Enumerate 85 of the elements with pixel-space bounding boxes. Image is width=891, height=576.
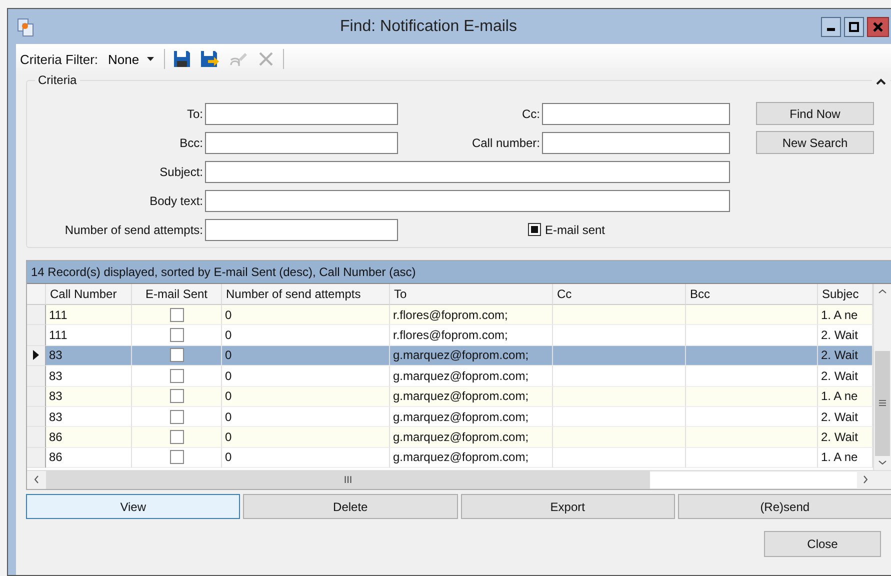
close-icon [873,22,883,32]
caret-icon [147,57,154,61]
checkbox[interactable] [528,223,541,236]
table-cell: 1. A ne [818,305,873,326]
current-row-icon [33,350,39,360]
field-label: Bcc: [178,136,204,150]
column-header[interactable]: Call Number [46,284,132,305]
checkbox[interactable] [170,430,184,444]
column-header[interactable]: Bcc [686,284,818,305]
table-cell: 0 [222,386,390,407]
table-cell: r.flores@foprom.com; [390,305,553,326]
close-button[interactable] [867,16,889,36]
column-header[interactable]: Number of send attempts [222,284,390,305]
app-icon [16,16,36,36]
table-cell: 0 [222,427,390,448]
column-header[interactable]: To [390,284,553,305]
scroll-right-icon [863,475,868,484]
table-cell: g.marquez@foprom.com; [390,346,553,366]
table-cell: 1. A ne [818,386,873,407]
checkbox[interactable] [170,410,184,424]
field-label: Cc: [521,106,541,120]
window-title: Find: Notification E-mails [339,18,518,36]
field-label: Number of send attempts: [64,222,204,236]
grid-summary: 14 Record(s) displayed, sorted by E-mail Sent (desc), Call Number (asc) [27,261,891,284]
input-field[interactable] [205,190,730,212]
table-cell: g.marquez@foprom.com; [390,427,553,448]
scroll-grip: III [344,474,352,486]
input-field[interactable] [205,218,398,240]
table-cell: 86 [46,427,132,448]
action-button[interactable]: (Re)send [678,494,891,519]
filter-dropdown[interactable]: None [104,52,158,66]
table-cell: 86 [46,448,132,468]
table-cell: 83 [46,346,132,366]
input-field[interactable] [205,132,398,154]
checkbox[interactable] [170,368,184,383]
table-cell: g.marquez@foprom.com; [390,448,553,468]
checkbox[interactable] [170,348,184,362]
eraser-icon [228,50,248,68]
new-search-button[interactable]: New Search [756,131,874,154]
delete-icon [258,51,274,67]
scroll-down-icon [878,460,887,466]
field-label: To: [186,106,204,120]
table-cell: g.marquez@foprom.com; [390,386,553,407]
table-cell: 2. Wait [818,427,873,448]
field-label: Body text: [148,194,204,208]
filter-label: Criteria Filter: [20,52,98,66]
checkbox-label: E-mail sent [545,222,606,236]
grip-icon [879,400,886,406]
input-field[interactable] [205,102,398,124]
action-button[interactable]: Delete [243,494,458,519]
table-cell: 0 [222,305,390,326]
action-button[interactable]: View [26,494,240,519]
maximize-button[interactable] [844,16,864,36]
table-cell: 83 [46,386,132,407]
field-label: Subject: [158,164,204,178]
column-header[interactable]: Cc [553,284,686,305]
table-cell: 0 [222,346,390,366]
checkbox[interactable] [170,308,184,322]
vertical-scrollbar[interactable] [873,284,891,470]
input-field[interactable] [542,132,730,154]
scroll-left-icon [34,475,39,484]
column-header[interactable]: E-mail Sent [132,284,222,305]
find-now-button[interactable]: Find Now [756,102,874,125]
input-field[interactable] [542,102,730,124]
checkbox[interactable] [170,328,184,342]
table-cell: 0 [222,448,390,468]
action-button[interactable]: Export [460,494,675,519]
column-header[interactable]: Subjec [818,284,873,305]
toolbar-button[interactable] [199,48,222,70]
close-dialog-button[interactable]: Close [764,531,881,557]
minimize-icon [827,28,835,31]
chevron-icon [875,77,887,85]
group-title: Criteria [35,73,80,87]
minimize-button[interactable] [821,16,841,36]
maximize-icon [849,22,859,32]
checkbox[interactable] [170,389,184,404]
input-field[interactable] [205,160,730,182]
table-cell: 2. Wait [818,346,873,366]
scroll-up-icon [878,288,887,294]
checkbox[interactable] [170,450,184,464]
save-as-icon [200,50,220,68]
field-label: Call number: [470,136,541,150]
table-cell: 111 [46,305,132,326]
save-icon [173,50,192,68]
row-header[interactable] [27,346,46,366]
